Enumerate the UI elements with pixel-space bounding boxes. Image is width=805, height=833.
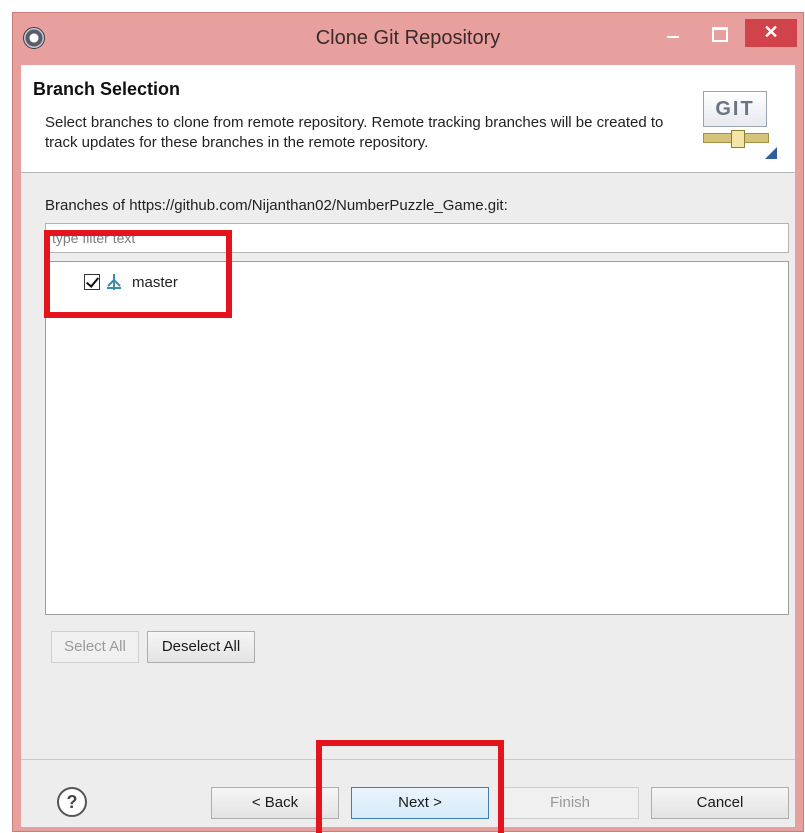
page-title: Branch Selection [33,79,181,99]
cancel-button[interactable]: Cancel [651,787,789,819]
page-description: Select branches to clone from remote rep… [45,114,664,151]
git-logo-rail [703,130,769,148]
branch-highlight-box [44,230,232,318]
deselect-all-button[interactable]: Deselect All [147,631,255,663]
clone-git-repository-window: Clone Git Repository ✕ Branch Selection … [12,12,804,832]
git-logo-icon: GIT [703,91,777,163]
select-all-button[interactable]: Select All [51,631,139,663]
title-bar[interactable]: Clone Git Repository ✕ [13,13,803,65]
git-logo-corner [765,147,777,159]
dialog-client-area: Branch Selection Select branches to clon… [21,65,795,827]
close-button[interactable]: ✕ [745,19,797,47]
maximize-button[interactable] [699,21,737,49]
branches-label: Branches of https://github.com/Nijanthan… [45,197,508,214]
wizard-header: Branch Selection Select branches to clon… [21,65,795,173]
finish-button[interactable]: Finish [501,787,639,819]
next-highlight-box [316,740,504,833]
help-icon[interactable]: ? [57,787,87,817]
minimize-button[interactable] [653,21,691,49]
git-logo-text: GIT [703,91,767,127]
